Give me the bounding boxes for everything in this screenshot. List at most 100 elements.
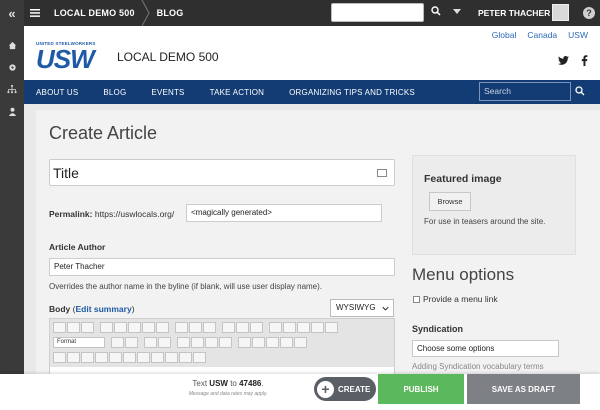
format-select[interactable]: Format [53, 337, 105, 348]
publish-button[interactable]: PUBLISH [378, 374, 464, 404]
align-center-button[interactable] [189, 322, 202, 333]
text-color-button[interactable] [144, 337, 157, 348]
rich-text-editor[interactable]: Format [49, 318, 395, 379]
permalink-row: Permalink: https://uswlocals.org/ [49, 209, 174, 219]
align-left-button[interactable] [175, 322, 188, 333]
search-icon[interactable] [575, 86, 585, 96]
undo-button[interactable] [280, 337, 293, 348]
help-icon[interactable]: ? [583, 7, 595, 19]
chevron-down-icon[interactable] [453, 9, 461, 14]
facebook-icon[interactable] [581, 55, 588, 66]
maximize-button[interactable] [311, 322, 324, 333]
menu-options-title[interactable]: Menu options [412, 265, 514, 285]
menu-link-label[interactable]: Provide a menu link [423, 294, 498, 304]
keyboard-icon [377, 169, 387, 177]
permalink-input[interactable]: <magically generated> [186, 204, 382, 222]
author-input[interactable]: Peter Thacher [49, 258, 395, 276]
link-canada[interactable]: Canada [527, 30, 557, 40]
show-blocks-button[interactable] [193, 352, 206, 363]
edit-summary-link[interactable]: Edit summary [75, 304, 131, 314]
sitemap-icon[interactable] [0, 78, 24, 100]
nav-item-organizing-tips[interactable]: ORGANIZING TIPS AND TRICKS [289, 88, 415, 97]
iframe-button[interactable] [179, 352, 192, 363]
create-button[interactable]: + CREATE [314, 377, 376, 401]
unlink-button[interactable] [236, 322, 249, 333]
indent-button[interactable] [252, 337, 265, 348]
link-global[interactable]: Global [492, 30, 517, 40]
editor-toolbar-row-1 [53, 322, 338, 333]
spellcheck-button[interactable] [137, 352, 150, 363]
featured-image-title: Featured image [424, 173, 502, 185]
replace-button[interactable] [109, 352, 122, 363]
avatar[interactable] [552, 4, 569, 21]
special-char-button[interactable] [238, 337, 251, 348]
gear-icon[interactable] [0, 56, 24, 78]
body-label-row: Body (Edit summary) [49, 304, 135, 314]
nav-item-blog[interactable]: BLOG [103, 88, 126, 97]
paste-button[interactable] [177, 337, 190, 348]
underline-button[interactable] [111, 337, 124, 348]
permalink-label: Permalink: [49, 209, 93, 219]
home-icon[interactable] [0, 34, 24, 56]
admin-toolbar: LOCAL DEMO 500 BLOG PETER THACHER ? [24, 0, 600, 26]
chevron-down-icon [382, 306, 389, 311]
media-button[interactable] [283, 322, 296, 333]
plus-icon: + [317, 380, 334, 398]
source-button[interactable] [325, 322, 338, 333]
toolbar-search-input[interactable] [331, 3, 424, 22]
editor-mode-select[interactable]: WYSIWYG [330, 299, 394, 317]
text-color-dropdown[interactable] [158, 337, 171, 348]
twitter-icon[interactable] [558, 56, 569, 65]
clear-button[interactable] [219, 337, 232, 348]
table-button[interactable] [297, 322, 310, 333]
breadcrumb-section[interactable]: BLOG [157, 8, 184, 18]
save-as-draft-button[interactable]: SAVE AS DRAFT [467, 374, 580, 404]
bold-button[interactable] [53, 322, 66, 333]
remove-format-button[interactable] [125, 337, 138, 348]
editor-toolbar-row-2: Format [53, 337, 307, 348]
nav-search-input[interactable]: Search [479, 82, 571, 101]
hr-button[interactable] [67, 352, 80, 363]
anchor-button[interactable] [53, 352, 66, 363]
align-right-button[interactable] [203, 322, 216, 333]
featured-image-description: For use in teasers around the site. [424, 217, 546, 226]
image-button[interactable] [269, 322, 282, 333]
bulleted-list-button[interactable] [100, 322, 113, 333]
outdent-button[interactable] [266, 337, 279, 348]
search-icon[interactable] [431, 6, 441, 16]
site-name[interactable]: LOCAL DEMO 500 [117, 50, 219, 64]
link-button[interactable] [222, 322, 235, 333]
link-usw[interactable]: USW [568, 30, 588, 40]
hamburger-menu-icon[interactable] [24, 9, 46, 17]
nav-item-take-action[interactable]: TAKE ACTION [210, 88, 265, 97]
select-all-button[interactable] [123, 352, 136, 363]
collapse-icon[interactable]: « [0, 0, 24, 26]
user-icon[interactable] [0, 100, 24, 122]
strike-button[interactable] [81, 322, 94, 333]
menu-link-checkbox[interactable] [413, 296, 420, 303]
smiley-button[interactable] [81, 352, 94, 363]
usw-logo[interactable]: UNITED STEELWORKERS USW [36, 41, 110, 74]
superscript-button[interactable] [165, 352, 178, 363]
numbered-list-button[interactable] [128, 322, 141, 333]
blockquote-button[interactable] [156, 322, 169, 333]
paste-word-button[interactable] [205, 337, 218, 348]
syndication-select[interactable]: Choose some options [412, 340, 559, 357]
breadcrumb-separator-icon [141, 0, 150, 26]
paste-text-button[interactable] [191, 337, 204, 348]
sms-number: 47486 [239, 379, 262, 388]
breadcrumb-site[interactable]: LOCAL DEMO 500 [54, 8, 135, 18]
nav-item-about-us[interactable]: ABOUT US [36, 88, 78, 97]
nav-item-events[interactable]: EVENTS [151, 88, 184, 97]
find-button[interactable] [95, 352, 108, 363]
italic-button[interactable] [67, 322, 80, 333]
page-break-button[interactable] [250, 322, 263, 333]
title-input[interactable]: Title [49, 159, 395, 186]
redo-button[interactable] [294, 337, 307, 348]
browse-button[interactable]: Browse [429, 192, 471, 211]
subscript-button[interactable] [151, 352, 164, 363]
user-name[interactable]: PETER THACHER [478, 8, 550, 18]
numbered-list-dropdown[interactable] [142, 322, 155, 333]
social-links [558, 55, 588, 66]
bulleted-list-dropdown[interactable] [114, 322, 127, 333]
